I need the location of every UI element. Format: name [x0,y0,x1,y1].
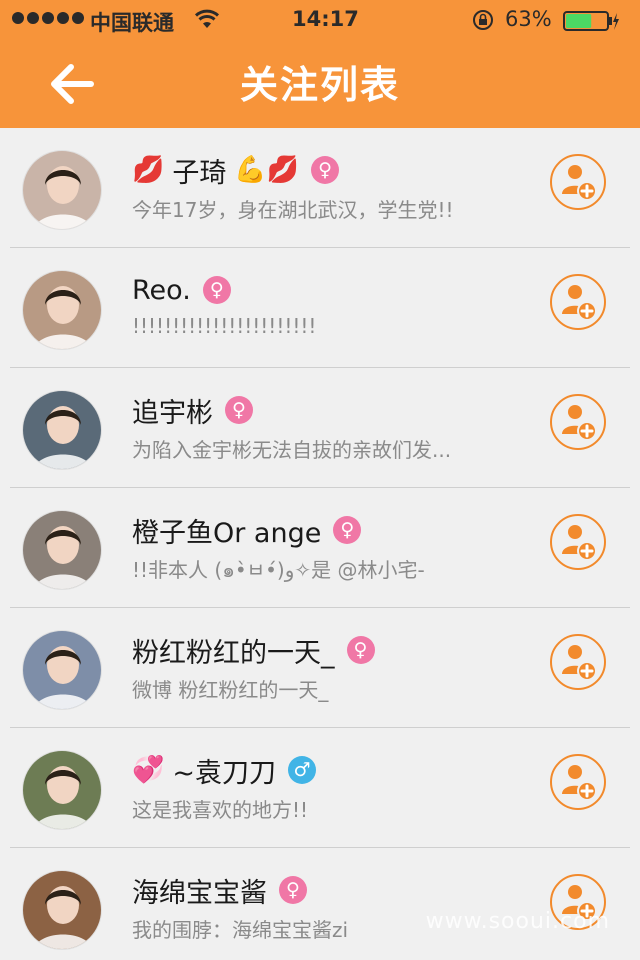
name-row: 💋 子琦 💪💋 ♀ [132,148,340,192]
follow-button[interactable] [550,514,606,570]
male-icon: ♂ [288,756,316,784]
user-signature: 为陷入金宇彬无法自拔的亲故们发... [132,438,452,462]
clock: 14:17 [292,7,359,31]
user-signature: 今年17岁，身在湖北武汉，学生党!! [132,198,454,222]
carrier-label: 中国联通 [90,11,174,35]
female-icon: ♀ [333,516,362,544]
avatar-image [23,271,101,349]
add-user-icon [562,165,597,201]
list-item[interactable]: 💋 子琦 💪💋 ♀ 今年17岁，身在湖北武汉，学生党!! [0,128,640,248]
avatar[interactable] [22,390,102,470]
name-prefix-emoji: 💞 [132,755,165,785]
list-item[interactable]: Reo. ♀ !!!!!!!!!!!!!!!!!!!!!!! [0,248,640,368]
battery-percent: 63% [505,7,552,31]
user-name: 橙子鱼Or ange [132,517,322,549]
watermark: www.sooui.com [425,909,610,934]
battery-icon [563,11,619,31]
user-name: 追宇彬 [132,397,213,429]
add-user-icon [562,525,597,561]
add-user-icon [562,285,597,321]
list-item[interactable]: 追宇彬 ♀ 为陷入金宇彬无法自拔的亲故们发... [0,368,640,488]
user-signature: !!!!!!!!!!!!!!!!!!!!!!! [132,314,317,338]
avatar[interactable] [22,510,102,590]
user-name: 海绵宝宝酱 [132,877,267,909]
female-icon: ♀ [225,396,253,424]
signal-dots-icon [12,12,84,24]
female-icon: ♀ [311,156,340,184]
user-signature: 微博 粉红粉红的一天_ [132,678,329,702]
avatar[interactable] [22,150,102,230]
avatar-image [23,631,101,709]
user-name: 子琦 [172,157,227,189]
add-user-icon [562,765,597,801]
back-button[interactable] [44,58,100,110]
wifi-icon [194,9,220,28]
avatar[interactable] [22,750,102,830]
add-user-icon [562,405,597,441]
user-signature: !!非本人 (๑•̀ㅂ•́)و✧是 @林小宅- [132,558,425,582]
name-row: 粉红粉红的一天_ ♀ [132,628,375,672]
follow-list: 💋 子琦 💪💋 ♀ 今年17岁，身在湖北武汉，学生党!! Reo. ♀ !!!!… [0,128,640,960]
user-signature: 这是我喜欢的地方!! [132,798,309,822]
name-row: Reo. ♀ [132,268,231,312]
list-item[interactable]: 海绵宝宝酱 ♀ 我的围脖：海绵宝宝酱zi [0,848,640,960]
name-row: 💞 ~袁刀刀 ♂ [132,748,316,792]
user-name: ~袁刀刀 [172,757,276,789]
list-item[interactable]: 💞 ~袁刀刀 ♂ 这是我喜欢的地方!! [0,728,640,848]
avatar-image [23,751,101,829]
follow-button[interactable] [550,634,606,690]
user-name: Reo. [132,274,191,306]
name-prefix-emoji: 💋 [132,155,165,185]
female-icon: ♀ [202,276,231,304]
list-item[interactable]: 橙子鱼Or ange ♀ !!非本人 (๑•̀ㅂ•́)و✧是 @林小宅- [0,488,640,608]
female-icon: ♀ [346,636,375,664]
name-row: 海绵宝宝酱 ♀ [132,868,307,912]
avatar-image [23,391,101,469]
status-bar: 中国联通 14:17 63% [0,0,640,40]
female-icon: ♀ [279,876,307,904]
avatar[interactable] [22,630,102,710]
back-arrow-icon [51,64,94,104]
name-row: 追宇彬 ♀ [132,388,253,432]
follow-button[interactable] [550,274,606,330]
name-suffix-emoji: 💪💋 [234,155,300,185]
user-name: 粉红粉红的一天_ [132,637,335,669]
list-item[interactable]: 粉红粉红的一天_ ♀ 微博 粉红粉红的一天_ [0,608,640,728]
follow-button[interactable] [550,394,606,450]
avatar-image [23,871,101,949]
name-row: 橙子鱼Or ange ♀ [132,508,362,552]
nav-bar: 关注列表 [0,40,640,128]
avatar-image [23,151,101,229]
add-user-icon [562,645,597,681]
avatar[interactable] [22,870,102,950]
follow-button[interactable] [550,154,606,210]
avatar-image [23,511,101,589]
follow-button[interactable] [550,754,606,810]
rotation-lock-icon [473,10,493,30]
header: 中国联通 14:17 63% 关注列表 [0,0,640,128]
avatar[interactable] [22,270,102,350]
